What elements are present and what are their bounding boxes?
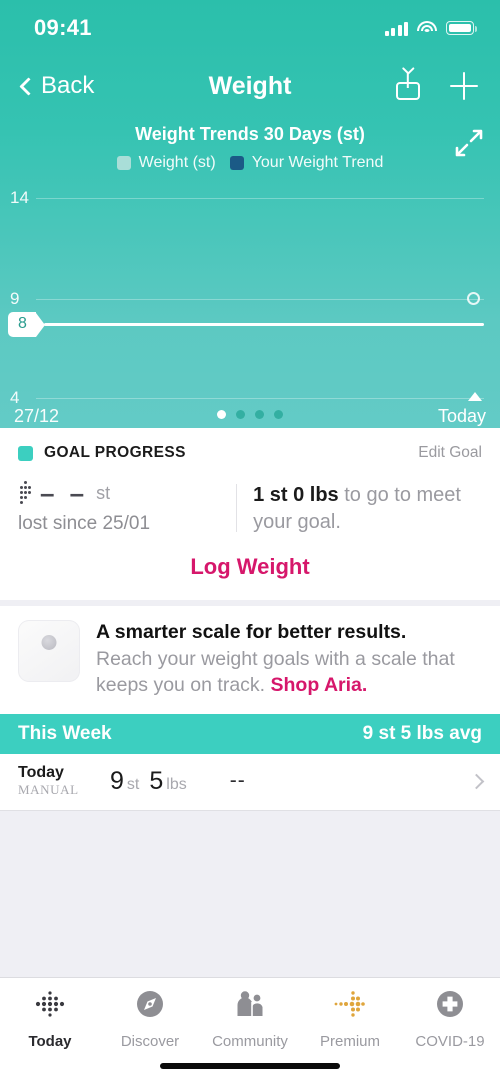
trend-value-badge-label: 8: [8, 312, 36, 337]
entry-date-block: Today MANUAL: [18, 764, 110, 798]
cellular-signal-icon: [384, 21, 408, 36]
bottom-tab-bar: Today Discover Community Premium COVID-1…: [0, 977, 500, 1052]
data-point-marker: [467, 292, 480, 305]
tab-label-covid19: COVID-19: [415, 1033, 485, 1050]
trend-value-badge-tip: [35, 312, 45, 337]
goal-progress-card: GOAL PROGRESS Edit Goal – – st lost sinc…: [0, 428, 500, 600]
chart-title: Weight Trends 30 Days (st): [135, 124, 365, 144]
medical-cross-icon: [431, 988, 469, 1026]
this-week-label: This Week: [18, 723, 112, 745]
entry-secondary-value: --: [229, 769, 246, 793]
legend-label-trend: Your Weight Trend: [251, 154, 384, 171]
goal-lost-value: – –: [40, 478, 89, 508]
chart-page-dots[interactable]: [217, 410, 283, 419]
fitbit-dots-icon: [31, 988, 69, 1026]
goal-lost-block: – – st lost since 25/01: [18, 480, 236, 536]
weight-screen: 09:41 Back Weight Weight Trends 30 Days …: [0, 0, 500, 1080]
weight-trend-chart[interactable]: Weight Trends 30 Days (st) Weight (st) Y…: [0, 116, 500, 428]
chevron-right-icon: [468, 773, 485, 789]
tab-today[interactable]: Today: [0, 988, 100, 1050]
fitbit-dots-icon: [18, 480, 34, 506]
goal-lost-unit: st: [96, 482, 111, 503]
tab-covid19[interactable]: COVID-19: [400, 988, 500, 1050]
legend-swatch-trend: [229, 156, 244, 170]
chart-plot-area: 14 9 8 4: [0, 186, 500, 407]
header-chart-section: 09:41 Back Weight Weight Trends 30 Days …: [0, 0, 500, 428]
goal-to-go-value: 1 st 0 lbs: [253, 484, 339, 506]
back-button-label: Back: [41, 72, 95, 99]
gridline-14: [36, 198, 484, 199]
goal-square-icon: [18, 445, 33, 461]
aria-scale-image: [18, 620, 80, 682]
entry-pound-value: 5: [149, 766, 164, 795]
page-dot-1[interactable]: [217, 410, 226, 419]
this-week-average: 9 st 5 lbs avg: [362, 723, 482, 745]
today-caret-icon: [468, 392, 482, 401]
entry-stone-value: 9: [110, 766, 124, 795]
y-tick-14: 14: [10, 188, 29, 207]
aria-scale-promo[interactable]: A smarter scale for better results. Reac…: [0, 606, 500, 715]
gridline-9: [36, 299, 484, 300]
tab-discover[interactable]: Discover: [100, 988, 200, 1050]
weight-entry-row[interactable]: Today MANUAL 9 st 5 lbs --: [0, 754, 500, 811]
share-icon[interactable]: [396, 72, 420, 100]
battery-icon: [446, 21, 477, 35]
legend-item-weight: Weight (st): [116, 154, 216, 172]
aria-promo-text: A smarter scale for better results. Reac…: [96, 620, 482, 698]
content-sheet: GOAL PROGRESS Edit Goal – – st lost sinc…: [0, 428, 500, 977]
expand-icon[interactable]: [454, 128, 484, 158]
tab-premium[interactable]: Premium: [300, 988, 400, 1050]
tab-label-today: Today: [28, 1033, 72, 1050]
entry-stone-unit: st: [126, 775, 140, 793]
empty-space: [0, 811, 500, 977]
legend-label-weight: Weight (st): [138, 154, 216, 171]
edit-goal-button[interactable]: Edit Goal: [418, 444, 482, 462]
nav-actions: [396, 72, 478, 100]
page-dot-4[interactable]: [274, 410, 283, 419]
people-icon: [231, 988, 269, 1026]
home-indicator: [0, 1052, 500, 1080]
page-dot-2[interactable]: [236, 410, 245, 419]
back-button[interactable]: Back: [19, 72, 95, 100]
entry-day-label: Today: [18, 764, 64, 782]
page-dot-3[interactable]: [255, 410, 264, 419]
shop-aria-link[interactable]: Shop Aria.: [271, 674, 368, 696]
goal-to-go-block: 1 st 0 lbs to go to meet your goal.: [253, 480, 482, 536]
plus-icon[interactable]: [450, 72, 478, 100]
aria-promo-description: Reach your weight goals with a scale tha…: [96, 647, 482, 698]
goal-divider: [236, 484, 238, 532]
entry-pound-unit: lbs: [166, 775, 187, 793]
chart-x-axis: 27/12 Today: [0, 392, 500, 438]
goal-lost-since: lost since 25/01: [18, 513, 151, 534]
goal-progress-body: – – st lost since 25/01 1 st 0 lbs to go…: [0, 474, 500, 550]
entry-weight-value: 9 st 5 lbs: [110, 767, 194, 796]
log-weight-button[interactable]: Log Weight: [0, 550, 500, 600]
legend-swatch-weight: [116, 156, 131, 170]
this-week-bar: This Week 9 st 5 lbs avg: [0, 714, 500, 755]
x-axis-end-label: Today: [437, 406, 486, 426]
compass-icon: [131, 988, 169, 1026]
entry-source-label: MANUAL: [18, 782, 79, 798]
status-time: 09:41: [34, 15, 92, 40]
wifi-icon: [417, 20, 437, 36]
tab-label-community: Community: [212, 1033, 288, 1050]
goal-progress-title: GOAL PROGRESS: [44, 444, 186, 461]
tab-community[interactable]: Community: [200, 988, 300, 1050]
legend-item-trend: Your Weight Trend: [229, 154, 384, 172]
goal-lost-value-row: – – st: [18, 480, 224, 506]
premium-dots-icon: [331, 988, 369, 1026]
navigation-bar: Back Weight: [0, 56, 500, 116]
y-tick-9: 9: [10, 289, 20, 308]
chart-legend: Weight (st) Your Weight Trend: [0, 154, 500, 172]
weight-trend-line: [44, 323, 484, 326]
x-axis-start-label: 27/12: [14, 406, 60, 426]
tab-label-discover: Discover: [120, 1033, 180, 1050]
status-bar: 09:41: [0, 0, 500, 56]
status-icons: [384, 20, 477, 36]
tab-label-premium: Premium: [319, 1033, 380, 1050]
trend-value-badge: 8: [8, 312, 45, 337]
chevron-left-icon: [19, 76, 38, 96]
aria-promo-title: A smarter scale for better results.: [96, 621, 407, 643]
